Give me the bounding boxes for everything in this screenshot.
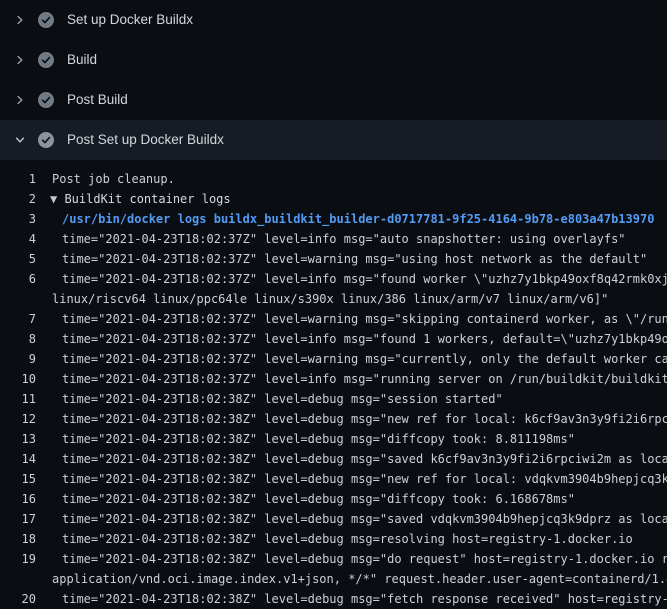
log-row: 14 time="2021-04-23T18:02:38Z" level=debu…	[0, 449, 667, 469]
chevron-right-icon[interactable]	[13, 13, 27, 27]
log-text: Post job cleanup.	[52, 172, 175, 186]
line-number[interactable]: 14	[0, 449, 36, 469]
group-collapse-icon[interactable]: ▼	[50, 192, 64, 206]
log-text: time="2021-04-23T18:02:38Z" level=debug …	[62, 412, 667, 426]
log-text: time="2021-04-23T18:02:37Z" level=info m…	[62, 272, 667, 286]
log-text: time="2021-04-23T18:02:38Z" level=debug …	[62, 452, 667, 466]
line-number	[0, 569, 36, 589]
log-text: time="2021-04-23T18:02:37Z" level=info m…	[62, 372, 667, 386]
log-text: application/vnd.oci.image.index.v1+json,…	[52, 572, 667, 586]
line-number[interactable]: 2	[0, 189, 36, 209]
log-row: 12 time="2021-04-23T18:02:38Z" level=debu…	[0, 409, 667, 429]
step-success-check-icon	[38, 52, 54, 68]
log-text: BuildKit container logs	[64, 192, 230, 206]
step-success-check-icon	[38, 132, 54, 148]
step-title: Set up Docker Buildx	[67, 13, 193, 27]
line-number[interactable]: 10	[0, 369, 36, 389]
line-number[interactable]: 15	[0, 469, 36, 489]
log-text: time="2021-04-23T18:02:38Z" level=debug …	[62, 552, 667, 566]
line-number[interactable]: 16	[0, 489, 36, 509]
log-row: 17 time="2021-04-23T18:02:38Z" level=debu…	[0, 509, 667, 529]
line-number[interactable]: 12	[0, 409, 36, 429]
log-text: linux/riscv64 linux/ppc64le linux/s390x …	[52, 292, 608, 306]
log-row: 19 time="2021-04-23T18:02:38Z" level=debu…	[0, 549, 667, 569]
step-success-check-icon	[38, 12, 54, 28]
log-area: 1 Post job cleanup. 2 ▼ BuildKit container …	[0, 169, 667, 609]
log-text: time="2021-04-23T18:02:37Z" level=warnin…	[62, 352, 667, 366]
log-row: 2 ▼ BuildKit container logs	[0, 189, 667, 209]
line-number[interactable]: 13	[0, 429, 36, 449]
log-row: 7 time="2021-04-23T18:02:37Z" level=warni…	[0, 309, 667, 329]
log-row: 5 time="2021-04-23T18:02:37Z" level=warni…	[0, 249, 667, 269]
log-row: 18 time="2021-04-23T18:02:38Z" level=debu…	[0, 529, 667, 549]
step-header-post-build[interactable]: Post Build	[0, 80, 667, 120]
line-number[interactable]: 11	[0, 389, 36, 409]
log-row: 8 time="2021-04-23T18:02:37Z" level=info …	[0, 329, 667, 349]
log-row: 11 time="2021-04-23T18:02:38Z" level=debu…	[0, 389, 667, 409]
log-row: 10 time="2021-04-23T18:02:37Z" level=info…	[0, 369, 667, 389]
log-text: time="2021-04-23T18:02:38Z" level=debug …	[62, 432, 575, 446]
line-number	[0, 289, 36, 309]
log-text: time="2021-04-23T18:02:38Z" level=debug …	[62, 492, 575, 506]
log-row: 1 Post job cleanup.	[0, 169, 667, 189]
line-number[interactable]: 9	[0, 349, 36, 369]
step-title: Post Set up Docker Buildx	[67, 133, 224, 147]
log-command-text: /usr/bin/docker logs buildx_buildkit_bui…	[62, 212, 654, 226]
line-number[interactable]: 6	[0, 269, 36, 289]
line-number[interactable]: 18	[0, 529, 36, 549]
log-row: 4 time="2021-04-23T18:02:37Z" level=info …	[0, 229, 667, 249]
log-text: time="2021-04-23T18:02:37Z" level=warnin…	[62, 252, 647, 266]
line-number[interactable]: 3	[0, 209, 36, 229]
log-text: time="2021-04-23T18:02:37Z" level=info m…	[62, 232, 626, 246]
log-row: 15 time="2021-04-23T18:02:38Z" level=debu…	[0, 469, 667, 489]
chevron-down-icon[interactable]	[13, 133, 27, 147]
step-success-check-icon	[38, 92, 54, 108]
chevron-right-icon[interactable]	[13, 53, 27, 67]
log-text: time="2021-04-23T18:02:38Z" level=debug …	[62, 532, 633, 546]
log-row: 9 time="2021-04-23T18:02:37Z" level=warni…	[0, 349, 667, 369]
line-number[interactable]: 8	[0, 329, 36, 349]
step-header-build[interactable]: Build	[0, 40, 667, 80]
line-number[interactable]: 20	[0, 589, 36, 609]
log-row: 20 time="2021-04-23T18:02:38Z" level=debu…	[0, 589, 667, 609]
step-header-post-setup-docker-buildx[interactable]: Post Set up Docker Buildx	[0, 120, 667, 160]
log-text: time="2021-04-23T18:02:38Z" level=debug …	[62, 392, 503, 406]
line-number[interactable]: 4	[0, 229, 36, 249]
log-row: application/vnd.oci.image.index.v1+json,…	[0, 569, 667, 589]
log-text: time="2021-04-23T18:02:37Z" level=warnin…	[62, 312, 667, 326]
step-title: Build	[67, 53, 97, 67]
chevron-right-icon[interactable]	[13, 93, 27, 107]
step-header-setup-docker-buildx[interactable]: Set up Docker Buildx	[0, 0, 667, 40]
log-row: 13 time="2021-04-23T18:02:38Z" level=debu…	[0, 429, 667, 449]
log-row: 6 time="2021-04-23T18:02:37Z" level=info …	[0, 269, 667, 289]
log-row: linux/riscv64 linux/ppc64le linux/s390x …	[0, 289, 667, 309]
log-row: 3/usr/bin/docker logs buildx_buildkit_bu…	[0, 209, 667, 229]
log-text: time="2021-04-23T18:02:38Z" level=debug …	[62, 512, 667, 526]
log-text: time="2021-04-23T18:02:37Z" level=info m…	[62, 332, 667, 346]
line-number[interactable]: 19	[0, 549, 36, 569]
line-number[interactable]: 17	[0, 509, 36, 529]
line-number[interactable]: 7	[0, 309, 36, 329]
log-row: 16 time="2021-04-23T18:02:38Z" level=debu…	[0, 489, 667, 509]
log-text: time="2021-04-23T18:02:38Z" level=debug …	[62, 592, 667, 606]
log-text: time="2021-04-23T18:02:38Z" level=debug …	[62, 472, 667, 486]
line-number[interactable]: 1	[0, 169, 36, 189]
line-number[interactable]: 5	[0, 249, 36, 269]
step-title: Post Build	[67, 93, 128, 107]
